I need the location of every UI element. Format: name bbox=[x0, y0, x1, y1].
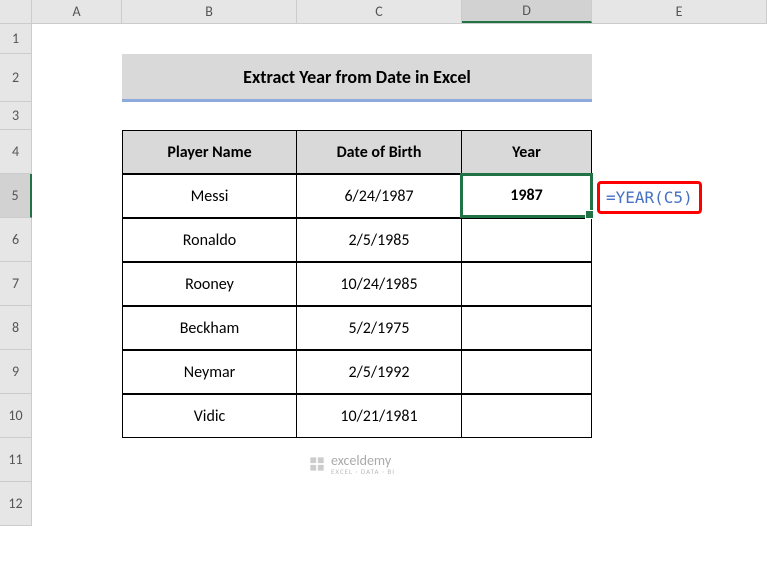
formula-text: =YEAR(C5) bbox=[606, 188, 693, 207]
col-header-c[interactable]: C bbox=[297, 0, 462, 23]
header-dob[interactable]: Date of Birth bbox=[296, 130, 462, 174]
logo-subtext: EXCEL · DATA · BI bbox=[331, 467, 395, 476]
cells-area[interactable]: Extract Year from Date in Excel Player N… bbox=[32, 24, 767, 565]
header-player-label: Player Name bbox=[167, 143, 251, 162]
row-header-5[interactable]: 5 bbox=[0, 174, 32, 218]
row-header-7[interactable]: 7 bbox=[0, 262, 32, 306]
column-headers: ABCDE bbox=[0, 0, 767, 24]
spreadsheet-grid: ABCDE 123456789101112 Extract Year from … bbox=[0, 0, 767, 565]
watermark-logo: exceldemy EXCEL · DATA · BI bbox=[307, 452, 395, 476]
table-row[interactable]: 10/24/1985 bbox=[296, 262, 462, 306]
row-header-12[interactable]: 12 bbox=[0, 482, 32, 526]
logo-icon bbox=[307, 454, 327, 474]
table-row[interactable]: 2/5/1992 bbox=[296, 350, 462, 394]
header-player[interactable]: Player Name bbox=[122, 130, 297, 174]
table-row[interactable]: 10/21/1981 bbox=[296, 394, 462, 438]
table-row[interactable]: Rooney bbox=[122, 262, 297, 306]
table-row[interactable] bbox=[461, 350, 592, 394]
table-row[interactable]: 5/2/1975 bbox=[296, 306, 462, 350]
title-cell[interactable]: Extract Year from Date in Excel bbox=[122, 54, 592, 102]
row-header-8[interactable]: 8 bbox=[0, 306, 32, 350]
row-header-1[interactable]: 1 bbox=[0, 24, 32, 54]
row-header-11[interactable]: 11 bbox=[0, 438, 32, 482]
header-year[interactable]: Year bbox=[461, 130, 592, 174]
table-row[interactable]: 6/24/1987 bbox=[296, 174, 462, 218]
header-dob-label: Date of Birth bbox=[337, 143, 422, 162]
title-text: Extract Year from Date in Excel bbox=[243, 66, 471, 88]
active-cell-value: 1987 bbox=[510, 186, 542, 205]
row-header-4[interactable]: 4 bbox=[0, 130, 32, 174]
table-row[interactable]: Messi bbox=[122, 174, 297, 218]
table-row[interactable] bbox=[461, 394, 592, 438]
table-row[interactable] bbox=[461, 306, 592, 350]
table-row[interactable]: 2/5/1985 bbox=[296, 218, 462, 262]
row-header-2[interactable]: 2 bbox=[0, 54, 32, 102]
row-header-3[interactable]: 3 bbox=[0, 102, 32, 130]
table-row[interactable]: Beckham bbox=[122, 306, 297, 350]
row-header-10[interactable]: 10 bbox=[0, 394, 32, 438]
formula-annotation: =YEAR(C5) bbox=[597, 181, 702, 214]
header-year-label: Year bbox=[512, 143, 541, 162]
table-row[interactable]: Ronaldo bbox=[122, 218, 297, 262]
logo-text-wrap: exceldemy EXCEL · DATA · BI bbox=[331, 452, 395, 476]
col-header-e[interactable]: E bbox=[592, 0, 767, 23]
table-row[interactable]: Neymar bbox=[122, 350, 297, 394]
row-header-9[interactable]: 9 bbox=[0, 350, 32, 394]
col-header-b[interactable]: B bbox=[122, 0, 297, 23]
row-header-6[interactable]: 6 bbox=[0, 218, 32, 262]
table-row[interactable] bbox=[461, 262, 592, 306]
col-header-d[interactable]: D bbox=[462, 0, 592, 23]
row-headers: 123456789101112 bbox=[0, 24, 32, 526]
select-all-corner[interactable] bbox=[0, 0, 32, 24]
table-row[interactable]: Vidic bbox=[122, 394, 297, 438]
col-header-a[interactable]: A bbox=[32, 0, 122, 23]
active-cell-d5[interactable]: 1987 bbox=[460, 173, 593, 218]
table-row[interactable] bbox=[461, 218, 592, 262]
